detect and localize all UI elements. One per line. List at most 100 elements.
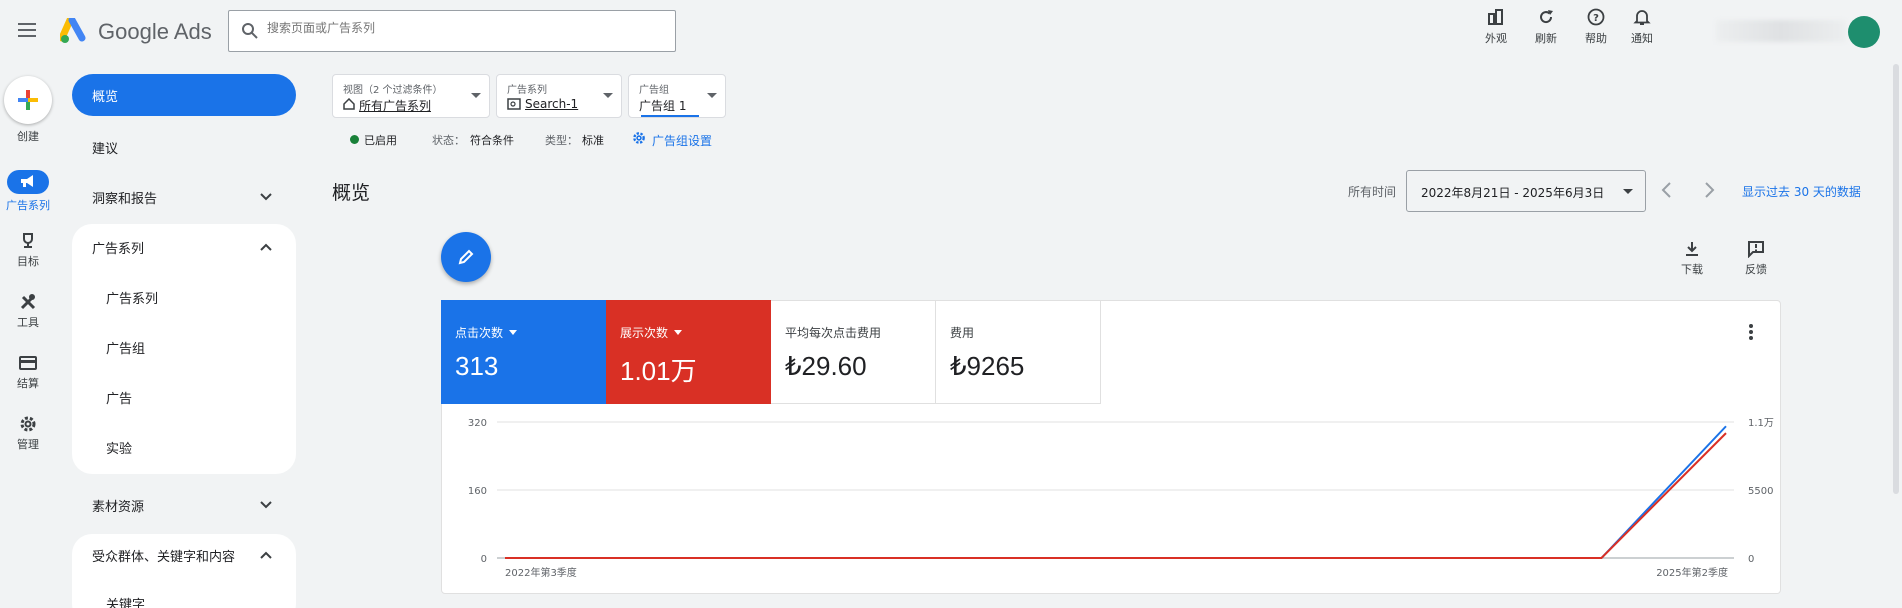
nav-item-ad-groups[interactable]: 广告组 xyxy=(106,338,145,357)
download-button[interactable]: 下载 xyxy=(1672,240,1712,277)
dropdown-arrow-icon[interactable] xyxy=(674,330,683,335)
enabled-status[interactable]: 已启用 xyxy=(364,132,397,148)
nav-item-campaigns[interactable]: 广告系列 xyxy=(106,288,158,307)
rail-item-admin[interactable]: 管理 xyxy=(0,415,56,452)
dropdown-arrow-icon xyxy=(471,93,481,98)
y-left-tick-label: 0 xyxy=(481,554,487,565)
svg-text:?: ? xyxy=(1593,13,1599,24)
chevron-up-icon[interactable] xyxy=(259,548,273,562)
page-title: 概览 xyxy=(332,182,371,204)
metric-cost[interactable]: 费用 ₺9265 xyxy=(936,300,1101,404)
download-icon xyxy=(1686,242,1698,256)
y-right-tick-label: 5500 xyxy=(1748,486,1773,497)
rail-item-goals[interactable]: 目标 xyxy=(0,232,56,269)
search-box[interactable] xyxy=(228,10,676,52)
nav-item-keywords[interactable]: 关键字 xyxy=(106,594,145,608)
date-range-picker[interactable]: 2022年8月21日 - 2025年6月3日 xyxy=(1406,170,1646,212)
chevron-up-icon[interactable] xyxy=(259,240,273,254)
notifications-label: 通知 xyxy=(1631,32,1653,45)
megaphone-icon xyxy=(7,170,49,194)
view-filter-value: 所有广告系列 xyxy=(359,99,432,113)
overview-line-chart: 320 1.1万 160 5500 0 0 2022年第3季度 2025年第2季度 xyxy=(468,418,1774,579)
edit-button[interactable] xyxy=(441,232,491,282)
metric-clicks-label: 点击次数 xyxy=(455,326,504,340)
rail-campaigns-label: 广告系列 xyxy=(6,199,50,212)
dropdown-arrow-icon xyxy=(707,93,717,98)
nav-item-recommendations[interactable]: 建议 xyxy=(92,138,118,157)
home-icon xyxy=(343,98,355,110)
type-label: 类型： xyxy=(545,134,578,147)
status-label: 状态： xyxy=(432,134,465,147)
rail-tools-label: 工具 xyxy=(17,316,39,329)
nav-item-insights[interactable]: 洞察和报告 xyxy=(92,188,157,207)
date-range-value: 2022年8月21日 - 2025年6月3日 xyxy=(1421,186,1605,200)
adgroup-filter-value: 广告组 1 xyxy=(639,99,687,113)
notifications-button[interactable]: 通知 xyxy=(1620,8,1664,46)
dropdown-arrow-icon[interactable] xyxy=(509,330,518,335)
top-bar: Google Ads 外观 刷新 ? 帮助 通知 xyxy=(0,0,1902,64)
metric-avg-cpc-value: ₺29.60 xyxy=(785,351,867,381)
x-tick-label: 2022年第3季度 xyxy=(505,566,577,579)
metric-impressions[interactable]: 展示次数 1.01万 xyxy=(606,300,771,404)
nav-group-audiences-header[interactable]: 受众群体、关键字和内容 xyxy=(92,546,235,565)
plus-icon xyxy=(18,90,38,110)
y-left-tick-label: 160 xyxy=(468,486,487,497)
refresh-label: 刷新 xyxy=(1535,32,1557,45)
metric-clicks[interactable]: 点击次数 313 xyxy=(441,300,606,404)
nav-item-overview[interactable]: 概览 xyxy=(72,74,296,116)
search-campaign-icon xyxy=(507,98,521,110)
help-label: 帮助 xyxy=(1585,32,1607,45)
appearance-button[interactable]: 外观 xyxy=(1474,8,1518,46)
view-filter[interactable]: 视图（2 个过滤条件） 所有广告系列 xyxy=(332,74,490,118)
create-button[interactable] xyxy=(4,76,52,124)
rail-item-campaigns[interactable]: 广告系列 xyxy=(0,170,56,213)
avatar[interactable] xyxy=(1848,16,1880,48)
nav-item-experiments[interactable]: 实验 xyxy=(106,438,132,457)
help-button[interactable]: ? 帮助 xyxy=(1574,8,1618,46)
feedback-label: 反馈 xyxy=(1745,263,1767,276)
date-range-label: 所有时间 xyxy=(1348,185,1397,199)
type-value: 标准 xyxy=(582,134,604,147)
last-30-days-link[interactable]: 显示过去 30 天的数据 xyxy=(1742,183,1861,200)
appearance-label: 外观 xyxy=(1485,32,1507,45)
rail-item-billing[interactable]: 结算 xyxy=(0,354,56,391)
scrollbar[interactable] xyxy=(1893,64,1899,494)
rail-item-tools[interactable]: 工具 xyxy=(0,293,56,330)
nav-item-ads[interactable]: 广告 xyxy=(106,388,132,407)
menu-icon[interactable] xyxy=(18,22,38,42)
chevron-left-icon[interactable] xyxy=(1660,180,1674,200)
app-name: Google Ads xyxy=(98,19,212,44)
status-dot xyxy=(350,135,359,144)
rail-billing-label: 结算 xyxy=(17,377,39,390)
refresh-icon xyxy=(1540,10,1553,24)
appearance-icon xyxy=(1488,9,1503,25)
adgroup-filter[interactable]: 广告组 广告组 1 xyxy=(628,74,726,118)
campaign-filter[interactable]: 广告系列 Search-1 xyxy=(496,74,622,118)
adgroup-settings-link[interactable]: 广告组设置 xyxy=(652,132,712,149)
metric-avg-cpc[interactable]: 平均每次点击费用 ₺29.60 xyxy=(771,300,936,404)
bell-icon xyxy=(1633,10,1651,25)
nav-overview-label: 概览 xyxy=(92,89,119,105)
more-options-icon[interactable] xyxy=(1745,322,1757,342)
refresh-button[interactable]: 刷新 xyxy=(1524,8,1568,46)
account-info[interactable] xyxy=(1716,20,1846,42)
adgroup-filter-label: 广告组 xyxy=(639,85,669,96)
google-ads-logo-icon xyxy=(58,16,88,48)
metric-impressions-value: 1.01万 xyxy=(620,356,697,386)
metric-clicks-value: 313 xyxy=(455,351,499,381)
gear-icon xyxy=(20,416,36,432)
campaign-filter-value: Search-1 xyxy=(525,97,579,111)
tools-icon xyxy=(20,294,36,310)
chevron-down-icon[interactable] xyxy=(259,498,273,512)
chevron-right-icon[interactable] xyxy=(1702,180,1716,200)
dropdown-arrow-icon xyxy=(1623,189,1633,194)
rail-goals-label: 目标 xyxy=(17,255,39,268)
search-input[interactable] xyxy=(267,21,657,35)
feedback-button[interactable]: 反馈 xyxy=(1736,240,1776,277)
pencil-icon xyxy=(458,249,474,265)
nav-group-campaigns-header[interactable]: 广告系列 xyxy=(92,238,144,257)
feedback-icon xyxy=(1748,241,1764,258)
credit-card-icon xyxy=(19,356,37,370)
chevron-down-icon[interactable] xyxy=(259,190,273,204)
nav-item-assets[interactable]: 素材资源 xyxy=(92,496,144,515)
